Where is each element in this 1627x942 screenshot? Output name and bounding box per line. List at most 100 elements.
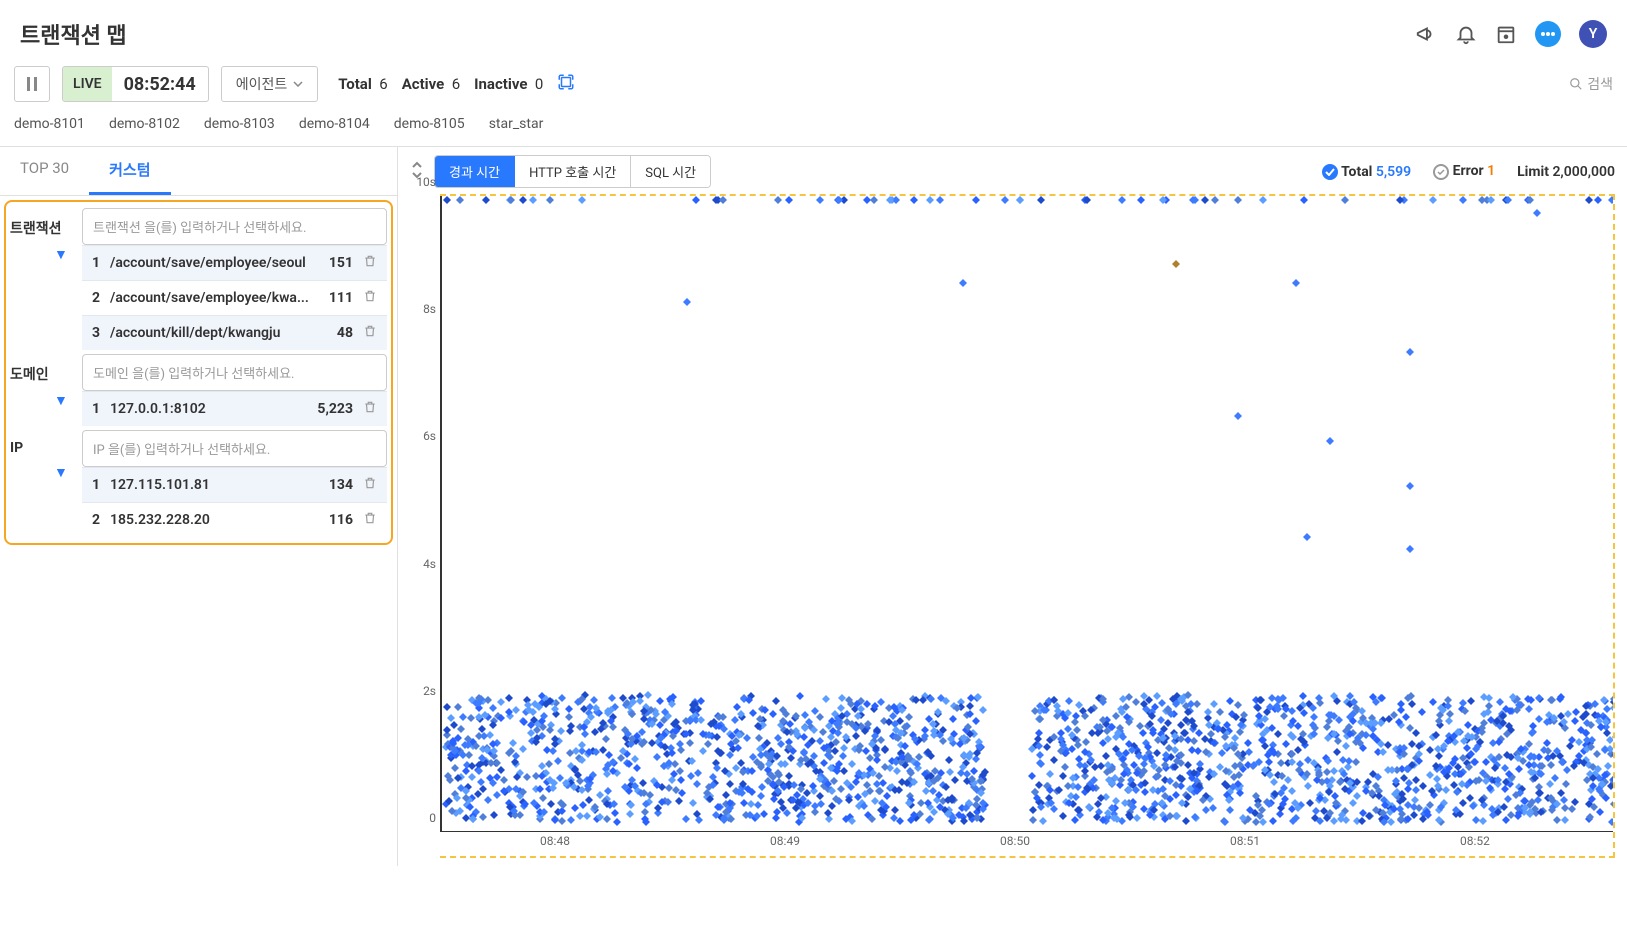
scatter-point <box>1221 780 1229 788</box>
scatter-point <box>1055 786 1063 794</box>
scatter-point <box>1610 800 1613 808</box>
scatter-point <box>1105 776 1113 784</box>
delete-icon[interactable] <box>363 254 377 272</box>
scatter-point <box>656 697 664 705</box>
pause-button[interactable] <box>14 66 50 102</box>
scatter-point <box>567 816 575 824</box>
scatter-point <box>566 749 574 757</box>
collapse-domain-icon[interactable]: ▼ <box>54 392 68 409</box>
scatter-point <box>1341 785 1349 793</box>
scatter-point <box>688 757 696 765</box>
scatter-point <box>835 196 843 204</box>
scatter-point <box>1234 701 1242 709</box>
avatar[interactable]: Y <box>1579 20 1607 48</box>
scatter-point <box>1250 761 1258 769</box>
tab-top30[interactable]: TOP 30 <box>0 147 89 195</box>
agent-item[interactable]: star_star <box>489 116 544 132</box>
tab-custom[interactable]: 커스텀 <box>89 147 170 195</box>
bell-icon[interactable] <box>1455 23 1477 45</box>
search-button[interactable]: 검색 <box>1569 74 1613 94</box>
agent-dropdown[interactable]: 에이전트 <box>221 66 319 102</box>
scatter-point <box>1259 196 1267 204</box>
live-time-box[interactable]: LIVE 08:52:44 <box>62 66 209 102</box>
scatter-point <box>1149 786 1157 794</box>
scatter-point <box>1160 725 1168 733</box>
delete-icon[interactable] <box>363 324 377 342</box>
scatter-point <box>1299 730 1307 738</box>
filter-row[interactable]: 2/account/save/employee/kwa...111 <box>82 280 387 315</box>
scatter-point <box>626 810 634 818</box>
scatter-point <box>448 807 456 815</box>
scatter-point <box>583 718 591 726</box>
scatter-point <box>842 733 850 741</box>
scatter-point <box>1513 706 1521 714</box>
calendar-icon[interactable] <box>1495 23 1517 45</box>
scatter-point <box>1046 770 1054 778</box>
filter-row[interactable]: 2185.232.228.20116 <box>82 502 387 537</box>
scatter-point <box>1432 731 1440 739</box>
scatter-point <box>493 759 501 767</box>
scatter-point <box>1083 196 1091 204</box>
scatter-point <box>565 705 573 713</box>
delete-icon[interactable] <box>363 511 377 529</box>
agent-item[interactable]: demo-8104 <box>299 116 370 132</box>
scatter-point <box>720 725 728 733</box>
collapse-tx-icon[interactable]: ▼ <box>54 246 68 263</box>
scatter-point <box>948 794 956 802</box>
filter-tx-input[interactable]: 트랜잭션 을(를) 입력하거나 선택하세요. <box>82 208 387 245</box>
filter-row[interactable]: 1/account/save/employee/seoul151 <box>82 245 387 280</box>
scatter-point <box>1075 701 1083 709</box>
scatter-point <box>1186 785 1194 793</box>
tab-sql[interactable]: SQL 시간 <box>631 156 710 187</box>
tab-http[interactable]: HTTP 호출 시간 <box>515 156 631 187</box>
scatter-point <box>475 699 483 707</box>
scatter-point <box>530 799 538 807</box>
scatter-chart[interactable]: 02s4s6s8s10s 08:4808:4908:5008:5108:52 <box>440 194 1615 858</box>
delete-icon[interactable] <box>363 476 377 494</box>
agent-item[interactable]: demo-8103 <box>204 116 275 132</box>
agent-item[interactable]: demo-8102 <box>109 116 180 132</box>
filter-row[interactable]: 3/account/kill/dept/kwangju48 <box>82 315 387 350</box>
scatter-point <box>811 802 819 810</box>
scatter-point <box>512 706 520 714</box>
scatter-point <box>479 813 487 821</box>
scatter-point <box>712 811 720 819</box>
x-tick: 08:49 <box>770 834 800 848</box>
delete-icon[interactable] <box>363 289 377 307</box>
scatter-point <box>1277 759 1285 767</box>
collapse-ip-icon[interactable]: ▼ <box>54 464 68 481</box>
scatter-point <box>557 727 565 735</box>
scatter-point <box>633 764 641 772</box>
scatter-point <box>1057 729 1065 737</box>
announce-icon[interactable] <box>1415 23 1437 45</box>
agent-item[interactable]: demo-8101 <box>14 116 85 132</box>
scatter-point <box>868 815 876 823</box>
scatter-point <box>1130 761 1138 769</box>
filter-domain-input[interactable]: 도메인 을(를) 입력하거나 선택하세요. <box>82 354 387 391</box>
scatter-point <box>670 770 678 778</box>
filter-ip-input[interactable]: IP 을(를) 입력하거나 선택하세요. <box>82 430 387 467</box>
scatter-point <box>1043 743 1051 751</box>
scatter-point <box>546 196 554 204</box>
agent-list: demo-8101 demo-8102 demo-8103 demo-8104 demo… <box>0 110 1627 146</box>
scatter-point <box>968 775 976 783</box>
filter-row[interactable]: 1127.115.101.81134 <box>82 467 387 502</box>
filter-row[interactable]: 1127.0.0.1:81025,223 <box>82 391 387 426</box>
scatter-point <box>1069 774 1077 782</box>
target-icon[interactable] <box>557 73 575 95</box>
scatter-point <box>1178 775 1186 783</box>
scatter-point <box>753 758 761 766</box>
scatter-point <box>824 780 832 788</box>
delete-icon[interactable] <box>363 400 377 418</box>
scatter-point <box>1395 718 1403 726</box>
agent-item[interactable]: demo-8105 <box>394 116 465 132</box>
scatter-point <box>1231 734 1239 742</box>
scatter-point <box>816 737 824 745</box>
scatter-point <box>1172 791 1180 799</box>
scatter-point <box>1349 717 1357 725</box>
scatter-point <box>456 196 464 204</box>
more-icon[interactable] <box>1535 21 1561 47</box>
scatter-point <box>1300 709 1308 717</box>
tab-elapsed[interactable]: 경과 시간 <box>435 156 515 187</box>
scatter-point <box>1406 482 1414 490</box>
